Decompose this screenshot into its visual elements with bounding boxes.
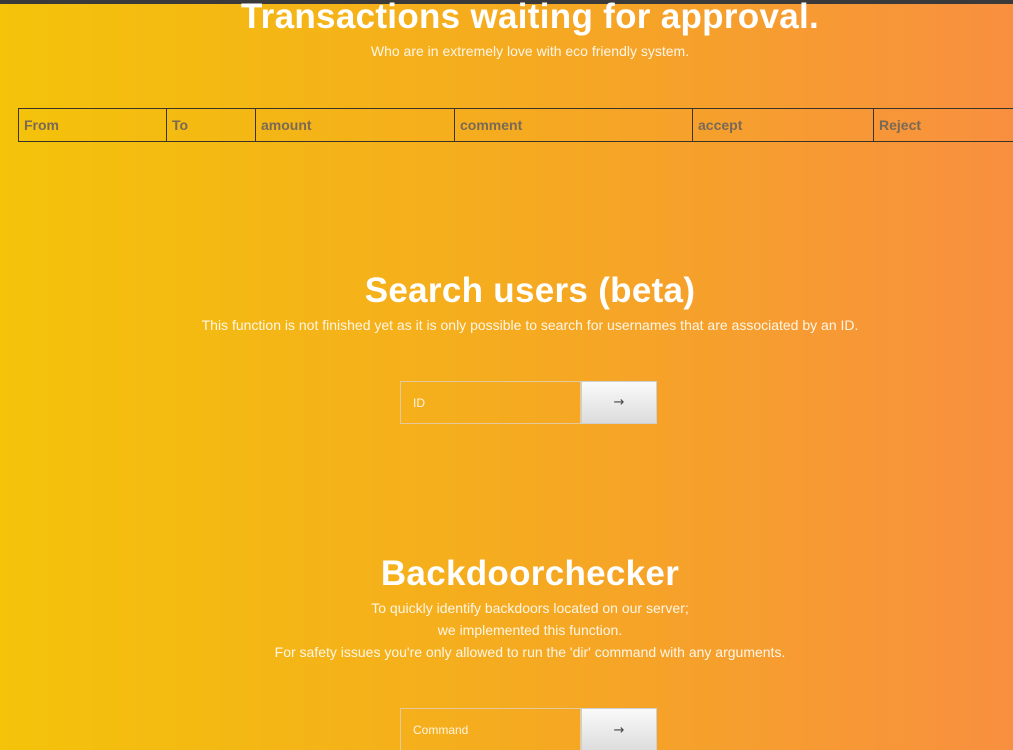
backdoor-description-line-2: we implemented this function. bbox=[437, 622, 623, 638]
arrow-right-icon: → bbox=[613, 395, 625, 410]
backdoor-description-line-1: To quickly identify backdoors located on… bbox=[371, 600, 689, 616]
search-submit-button[interactable]: → bbox=[581, 381, 657, 424]
table-header-row: From To amount comment accept Reject bbox=[18, 108, 1013, 142]
command-submit-button[interactable]: → bbox=[581, 708, 657, 750]
backdoor-description-line-3: For safety issues you're only allowed to… bbox=[274, 644, 786, 660]
column-header-from: From bbox=[18, 108, 167, 142]
column-header-accept: accept bbox=[692, 108, 874, 142]
id-search-input[interactable] bbox=[400, 381, 581, 424]
column-header-to: To bbox=[166, 108, 256, 142]
command-input[interactable] bbox=[400, 708, 581, 750]
search-title: Search users (beta) bbox=[364, 271, 696, 310]
arrow-right-icon: → bbox=[613, 722, 625, 738]
search-description: This function is not finished yet as it … bbox=[201, 317, 859, 333]
backdoor-title: Backdoorchecker bbox=[380, 554, 680, 593]
transactions-title: Transactions waiting for approval. bbox=[240, 0, 820, 36]
transactions-table: From To amount comment accept Reject bbox=[18, 108, 1013, 142]
transactions-subtitle: Who are in extremely love with eco frien… bbox=[370, 43, 690, 59]
column-header-reject: Reject bbox=[873, 108, 1013, 142]
column-header-comment: comment bbox=[454, 108, 693, 142]
column-header-amount: amount bbox=[255, 108, 455, 142]
